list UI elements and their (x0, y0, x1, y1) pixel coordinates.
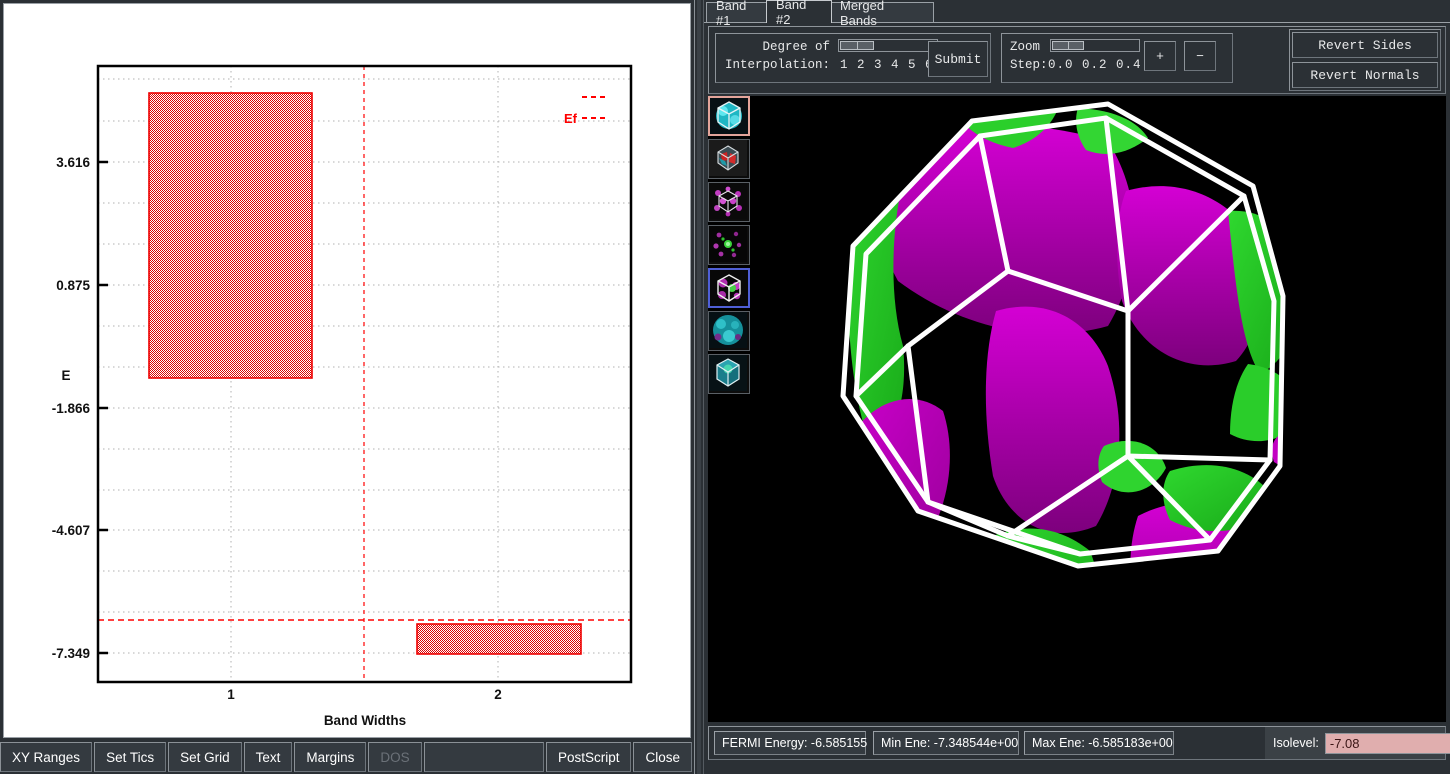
x-axis-title: Band Widths (324, 713, 406, 728)
tab-band-2[interactable]: Band #2 (766, 0, 832, 27)
xtick-label: 2 (494, 687, 502, 702)
revert-sides-button[interactable]: Revert Sides (1292, 32, 1438, 58)
bz-wireframe-magenta-green-thumb-icon[interactable] (708, 268, 750, 308)
xy-ranges-button[interactable]: XY Ranges (0, 742, 93, 772)
fermi-surface-panel: Band #1 Band #2 Merged Bands Degree of I… (704, 0, 1450, 774)
isolevel-field-group: Isolevel: (1265, 727, 1450, 759)
y-axis-title: E (61, 368, 70, 383)
fermi-energy-status: FERMI Energy: -6.585155 (714, 731, 867, 755)
close-button[interactable]: Close (633, 742, 692, 772)
revert-group: Revert Sides Revert Normals (1289, 29, 1441, 91)
zoom-step-group: Zoom Step: 0.0 0.2 0.4 + − (1001, 33, 1233, 83)
application-window: 3.616 0.875 -1.866 -4.607 -7.349 E 1 2 B… (0, 0, 1450, 774)
interpolation-slider-knob[interactable] (840, 41, 874, 50)
tab-merged-bands[interactable]: Merged Bands (830, 0, 934, 28)
zoom-tick-labels: 0.0 0.2 0.4 (1048, 58, 1142, 72)
fermi-surface-cyan-thumb-icon[interactable] (708, 96, 750, 136)
ytick-label: -7.349 (52, 646, 90, 661)
panel-splitter[interactable] (694, 0, 704, 774)
set-tics-button[interactable]: Set Tics (94, 742, 167, 772)
interpolation-label-line2: Interpolation: (724, 58, 830, 72)
zoom-out-button[interactable]: − (1184, 41, 1216, 71)
legend-ef-label: Ef (564, 111, 578, 126)
ytick-label: 0.875 (56, 278, 90, 293)
view-mode-icon-strip (708, 96, 752, 396)
xtick-label: 1 (227, 687, 235, 702)
zoom-step-slider-knob[interactable] (1052, 41, 1084, 50)
bz-wireframe-red-thumb-icon[interactable] (708, 139, 750, 179)
interpolation-tick-labels: 1 2 3 4 5 6 (840, 58, 934, 72)
ytick-label: -1.866 (52, 401, 91, 416)
isolevel-input[interactable] (1324, 732, 1450, 754)
interpolation-group: Degree of Interpolation: 1 2 3 4 5 6 Sub… (715, 33, 991, 83)
postscript-button[interactable]: PostScript (545, 742, 632, 772)
bar-band-2 (416, 623, 582, 655)
fermi-surface-3d-view[interactable] (708, 96, 1446, 722)
isolevel-label: Isolevel: (1273, 736, 1319, 750)
zoom-label-line2: Step: (1010, 58, 1048, 72)
plot-panel: 3.616 0.875 -1.866 -4.607 -7.349 E 1 2 B… (0, 0, 694, 774)
ytick-label: -4.607 (52, 523, 90, 538)
set-grid-button[interactable]: Set Grid (168, 742, 242, 772)
tab-band-1[interactable]: Band #1 (706, 0, 768, 28)
plot-toolbar: XY Ranges Set Tics Set Grid Text Margins… (0, 742, 694, 774)
ytick-label: 3.616 (56, 155, 90, 170)
bz-solid-teal-thumb-icon[interactable] (708, 354, 750, 394)
margins-button[interactable]: Margins (294, 742, 367, 772)
fermi-status-bar: FERMI Energy: -6.585155 Min Ene: -7.3485… (708, 726, 1450, 760)
text-button[interactable]: Text (243, 742, 293, 772)
splitter-grip[interactable] (697, 0, 701, 774)
interpolation-label-line1: Degree of (762, 40, 830, 54)
submit-button[interactable]: Submit (928, 41, 988, 77)
plot-canvas: 3.616 0.875 -1.866 -4.607 -7.349 E 1 2 B… (4, 4, 690, 737)
zoom-step-slider[interactable] (1050, 39, 1140, 52)
toolbar-spacer (423, 742, 544, 772)
bar-band-1 (148, 92, 313, 379)
dos-button: DOS (368, 742, 422, 772)
fermi-points-magenta-thumb-icon[interactable] (708, 182, 750, 222)
revert-normals-button[interactable]: Revert Normals (1292, 62, 1438, 88)
interpolation-slider[interactable] (838, 39, 938, 52)
controls-bar: Degree of Interpolation: 1 2 3 4 5 6 Sub… (708, 26, 1446, 94)
zoom-in-button[interactable]: + (1144, 41, 1176, 71)
min-energy-status: Min Ene: -7.348544e+00 (873, 731, 1019, 755)
fermi-sphere-teal-thumb-icon[interactable] (708, 311, 750, 351)
band-widths-plot[interactable]: 3.616 0.875 -1.866 -4.607 -7.349 E 1 2 B… (3, 3, 691, 738)
max-energy-status: Max Ene: -6.585183e+00 (1024, 731, 1174, 755)
zoom-label-line1: Zoom (1010, 40, 1041, 54)
fermi-scatter-green-thumb-icon[interactable] (708, 225, 750, 265)
band-tabs: Band #1 Band #2 Merged Bands (704, 0, 1450, 28)
fermi-surface-render (708, 96, 1446, 722)
